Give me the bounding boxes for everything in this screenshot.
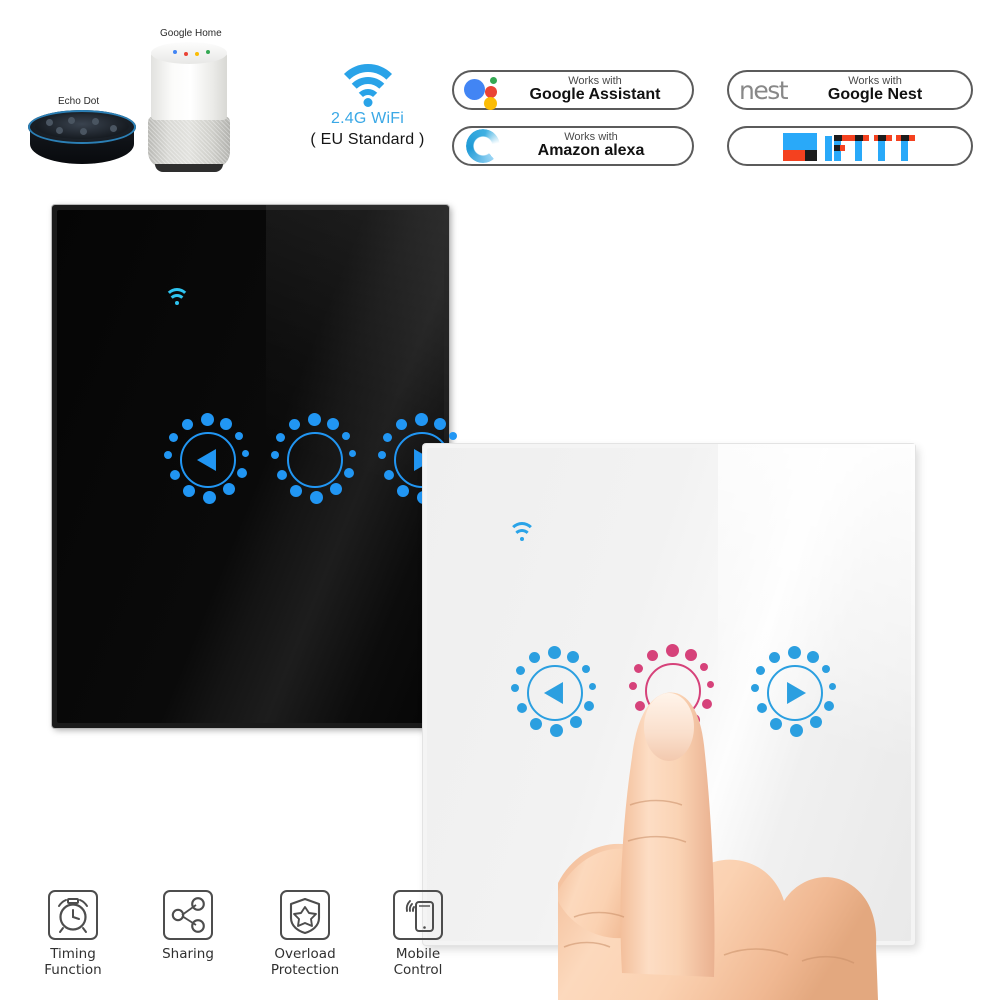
google-assistant-dots-icon bbox=[462, 73, 508, 110]
feature-label: Mobile Control bbox=[363, 946, 473, 979]
badge-brand-label: Amazon alexa bbox=[537, 142, 645, 160]
feature-label-line2: Control bbox=[393, 962, 443, 979]
google-home-top-surface bbox=[151, 42, 227, 64]
feature-overload-protection: Overload Protection bbox=[250, 890, 360, 979]
badge-ifttt[interactable] bbox=[727, 126, 973, 166]
amazon-alexa-ring-icon bbox=[466, 129, 500, 163]
smart-speaker-compatibility-group: Echo Dot Google Home bbox=[0, 0, 300, 195]
feature-label: Sharing bbox=[133, 946, 243, 962]
curtain-stop-button[interactable] bbox=[268, 413, 362, 507]
feature-mobile-control: Mobile Control bbox=[363, 890, 473, 979]
nest-wordmark-logo: nest bbox=[739, 75, 789, 105]
wifi-indicator-icon bbox=[508, 522, 536, 542]
feature-label: Timing Function bbox=[18, 946, 128, 979]
echo-dot-device bbox=[28, 110, 136, 168]
wifi-indicator-icon bbox=[164, 288, 190, 308]
wifi-band-label: 2.4G WiFi bbox=[331, 110, 404, 127]
black-glass-touch-switch-panel[interactable] bbox=[52, 205, 463, 728]
curtain-stop-button[interactable] bbox=[626, 644, 720, 738]
share-nodes-icon bbox=[163, 890, 213, 940]
badge-google-assistant[interactable]: Works with Google Assistant bbox=[452, 70, 694, 110]
badge-brand-label: Google Assistant bbox=[529, 86, 661, 104]
google-home-label: Google Home bbox=[160, 28, 222, 39]
plug-standard-label: ( EU Standard ) bbox=[310, 131, 425, 148]
wifi-signal-icon bbox=[333, 62, 402, 108]
google-home-foot bbox=[155, 164, 223, 172]
ifttt-blocks-icon bbox=[775, 131, 925, 161]
phone-signal-icon bbox=[393, 890, 443, 940]
curtain-close-button[interactable] bbox=[748, 646, 842, 740]
wifi-standard-block: 2.4G WiFi ( EU Standard ) bbox=[300, 62, 435, 177]
feature-label-line1: Overload bbox=[274, 946, 336, 962]
feature-label-line2: Protection bbox=[270, 962, 340, 979]
badge-brand-label: Google Nest bbox=[827, 86, 923, 104]
feature-label-line1: Mobile bbox=[395, 946, 441, 962]
feature-label-line1: Timing bbox=[50, 946, 96, 962]
badge-google-nest[interactable]: nest Works with Google Nest bbox=[727, 70, 973, 110]
feature-timing-function: Timing Function bbox=[18, 890, 128, 979]
badge-amazon-alexa[interactable]: Works with Amazon alexa bbox=[452, 126, 694, 166]
feature-label: Overload Protection bbox=[250, 946, 360, 979]
echo-dot-top-buttons bbox=[46, 117, 118, 135]
feature-label-line1: Sharing bbox=[162, 946, 214, 962]
feature-label-line2: Function bbox=[44, 962, 102, 979]
echo-dot-label: Echo Dot bbox=[58, 96, 100, 107]
feature-sharing: Sharing bbox=[133, 890, 243, 962]
curtain-open-button[interactable] bbox=[161, 413, 255, 507]
google-home-fabric-base bbox=[148, 116, 230, 168]
curtain-open-button[interactable] bbox=[508, 646, 602, 740]
alarm-clock-icon bbox=[48, 890, 98, 940]
white-glass-touch-switch-panel[interactable] bbox=[423, 444, 915, 945]
shield-star-icon bbox=[280, 890, 330, 940]
google-home-device bbox=[143, 42, 235, 174]
feature-highlights-row: Timing Function Sharing Overload Protect… bbox=[18, 890, 478, 1000]
